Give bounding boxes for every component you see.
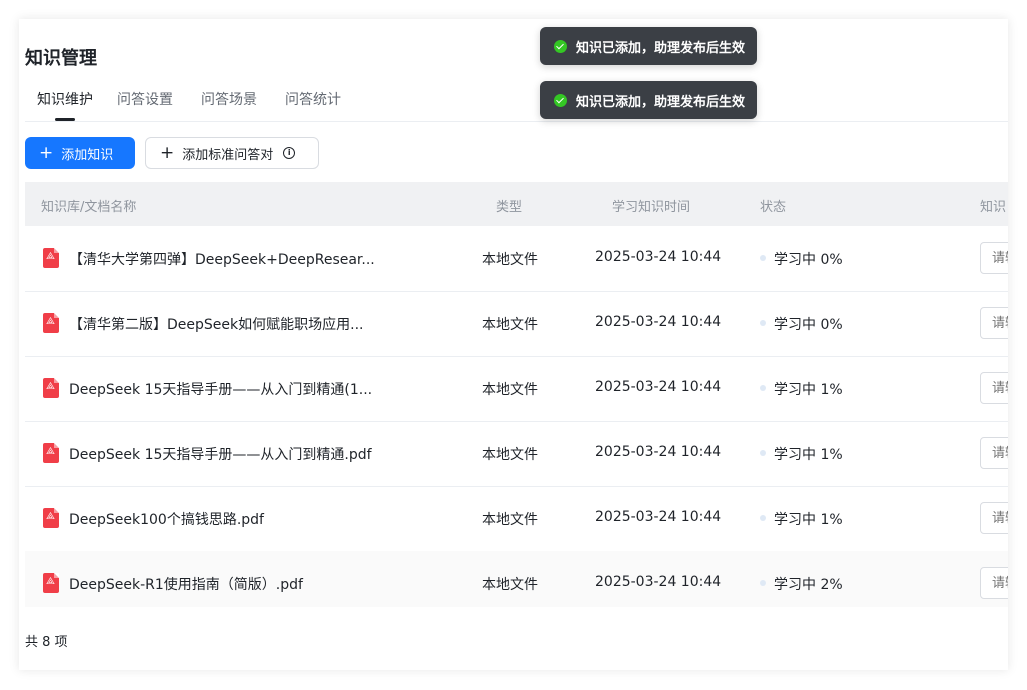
tab-knowledge-maintenance[interactable]: 知识维护 bbox=[37, 89, 93, 109]
tab-qa-scenes[interactable]: 问答场景 bbox=[201, 89, 257, 109]
document-type: 本地文件 bbox=[482, 447, 538, 463]
success-toast: 知识已添加，助理发布后生效 bbox=[540, 81, 758, 119]
column-header-time: 学习知识时间 bbox=[612, 200, 691, 215]
plus-icon: + bbox=[39, 142, 54, 163]
document-type: 本地文件 bbox=[482, 382, 538, 398]
pdf-file-icon bbox=[43, 443, 59, 463]
table-row[interactable]: DeepSeek-R1使用指南（简版）.pdf 本地文件 2025-03-24 … bbox=[25, 551, 1008, 607]
learning-status: 学习中 0% bbox=[774, 252, 843, 268]
keyword-input[interactable] bbox=[980, 242, 1008, 274]
table-row[interactable]: 【清华第二版】DeepSeek如何赋能职场应用... 本地文件 2025-03-… bbox=[25, 291, 1008, 357]
table-row[interactable]: DeepSeek100个搞钱思路.pdf 本地文件 2025-03-24 10:… bbox=[25, 486, 1008, 552]
keyword-input[interactable] bbox=[980, 437, 1008, 469]
document-type: 本地文件 bbox=[482, 512, 538, 528]
knowledge-management-panel: 知识管理 知识维护 问答设置 问答场景 问答统计 + 添加知识 + 添加标准问答… bbox=[19, 19, 1008, 670]
pdf-file-icon bbox=[43, 248, 59, 268]
status-dot-icon bbox=[760, 515, 766, 521]
table-row[interactable]: 【清华大学第四弹】DeepSeek+DeepResear... 本地文件 202… bbox=[25, 226, 1008, 292]
learn-time: 2025-03-24 10:44 bbox=[595, 509, 722, 525]
active-tab-indicator bbox=[55, 118, 75, 121]
document-name[interactable]: 【清华大学第四弹】DeepSeek+DeepResear... bbox=[69, 249, 389, 269]
add-standard-qa-button[interactable]: + 添加标准问答对 i bbox=[145, 137, 319, 169]
document-name[interactable]: DeepSeek 15天指导手册——从入门到精通(1... bbox=[69, 379, 389, 399]
learning-status: 学习中 1% bbox=[774, 447, 843, 463]
document-type: 本地文件 bbox=[482, 577, 538, 593]
pdf-file-icon bbox=[43, 508, 59, 528]
learning-status: 学习中 0% bbox=[774, 317, 843, 333]
keyword-input[interactable] bbox=[980, 502, 1008, 534]
keyword-input[interactable] bbox=[980, 307, 1008, 339]
keyword-input[interactable] bbox=[980, 567, 1008, 599]
table-row[interactable]: DeepSeek 15天指导手册——从入门到精通(1... 本地文件 2025-… bbox=[25, 356, 1008, 422]
column-header-type: 类型 bbox=[496, 200, 523, 215]
knowledge-table: 知识库/文档名称 类型 学习知识时间 状态 知识 【清华大学第四弹】DeepSe… bbox=[25, 182, 1008, 607]
table-header: 知识库/文档名称 类型 学习知识时间 状态 知识 bbox=[25, 182, 1008, 226]
document-name[interactable]: 【清华第二版】DeepSeek如何赋能职场应用... bbox=[69, 314, 389, 334]
column-header-name: 知识库/文档名称 bbox=[41, 200, 137, 215]
pdf-file-icon bbox=[43, 313, 59, 333]
tab-bar: 知识维护 问答设置 问答场景 问答统计 bbox=[25, 81, 1008, 122]
document-type: 本地文件 bbox=[482, 252, 538, 268]
check-circle-icon bbox=[554, 93, 567, 107]
learn-time: 2025-03-24 10:44 bbox=[595, 379, 722, 395]
keyword-input[interactable] bbox=[980, 372, 1008, 404]
document-name[interactable]: DeepSeek100个搞钱思路.pdf bbox=[69, 509, 389, 529]
status-dot-icon bbox=[760, 580, 766, 586]
learn-time: 2025-03-24 10:44 bbox=[595, 574, 722, 590]
table-row[interactable]: DeepSeek 15天指导手册——从入门到精通.pdf 本地文件 2025-0… bbox=[25, 421, 1008, 487]
column-header-status: 状态 bbox=[760, 200, 787, 215]
total-count: 共 8 项 bbox=[25, 635, 68, 650]
success-toast: 知识已添加，助理发布后生效 bbox=[540, 27, 758, 65]
status-dot-icon bbox=[760, 320, 766, 326]
toast-message: 知识已添加，助理发布后生效 bbox=[576, 40, 746, 56]
add-knowledge-button[interactable]: + 添加知识 bbox=[25, 137, 135, 169]
toast-message: 知识已添加，助理发布后生效 bbox=[576, 94, 746, 110]
learning-status: 学习中 1% bbox=[774, 512, 843, 528]
pdf-file-icon bbox=[43, 573, 59, 593]
document-name[interactable]: DeepSeek-R1使用指南（简版）.pdf bbox=[69, 574, 389, 594]
document-name[interactable]: DeepSeek 15天指导手册——从入门到精通.pdf bbox=[69, 444, 389, 464]
column-header-keyword: 知识 bbox=[980, 200, 1007, 215]
tab-qa-settings[interactable]: 问答设置 bbox=[117, 89, 173, 109]
pdf-file-icon bbox=[43, 378, 59, 398]
page-title: 知识管理 bbox=[25, 48, 97, 69]
learning-status: 学习中 2% bbox=[774, 577, 843, 593]
status-dot-icon bbox=[760, 255, 766, 261]
learn-time: 2025-03-24 10:44 bbox=[595, 444, 722, 460]
check-circle-icon bbox=[554, 39, 567, 53]
learn-time: 2025-03-24 10:44 bbox=[595, 314, 722, 330]
status-dot-icon bbox=[760, 385, 766, 391]
info-circle-icon[interactable]: i bbox=[283, 147, 296, 159]
add-standard-qa-label: 添加标准问答对 bbox=[182, 147, 274, 163]
learn-time: 2025-03-24 10:44 bbox=[595, 249, 722, 265]
plus-icon: + bbox=[160, 142, 175, 163]
learning-status: 学习中 1% bbox=[774, 382, 843, 398]
document-type: 本地文件 bbox=[482, 317, 538, 333]
status-dot-icon bbox=[760, 450, 766, 456]
tab-qa-statistics[interactable]: 问答统计 bbox=[285, 89, 341, 109]
add-knowledge-label: 添加知识 bbox=[61, 147, 114, 163]
